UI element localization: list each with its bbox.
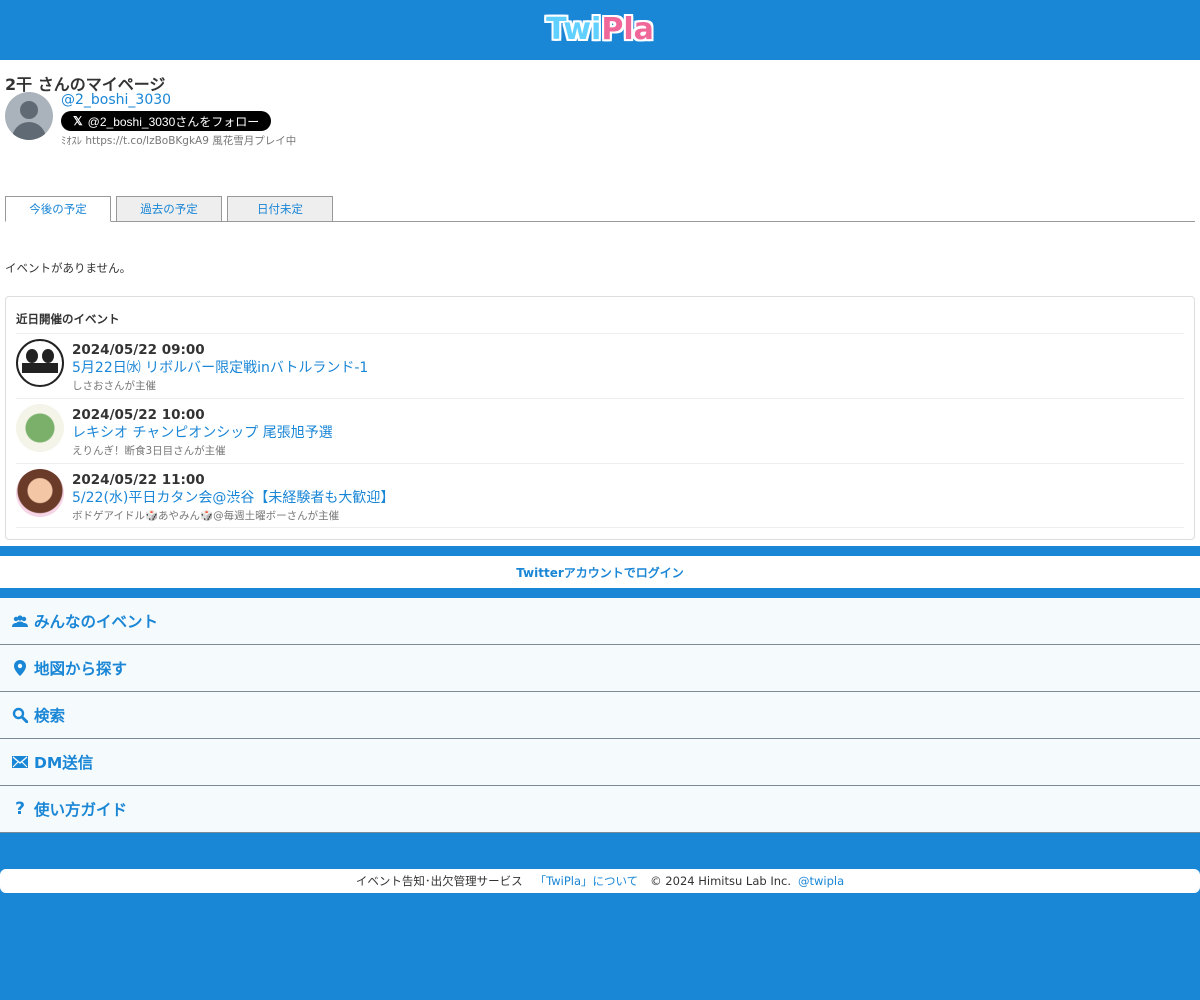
- users-icon: [12, 613, 28, 629]
- divider: [0, 833, 1200, 869]
- recent-events-panel: 近日開催のイベント 2024/05/22 09:00 5月22日㈬ リボルバー限…: [5, 296, 1195, 540]
- profile-section: @2_boshi_3030 𝕏 @2_boshi_3030さんをフォロー ﾐｵｽ…: [5, 92, 1195, 156]
- twitter-login-link[interactable]: Twitterアカウントでログイン: [516, 564, 684, 581]
- event-host: ボドゲアイドル🎲あやみん🎲@毎週土曜ボーさんが主催: [72, 510, 340, 522]
- schedule-tabs: 今後の予定 過去の予定 日付未定: [5, 196, 1195, 222]
- event-host: えりんぎ！断食3日目さんが主催: [72, 445, 226, 457]
- event-title-link[interactable]: 5/22(水)平日カタン会@渋谷【未経験者も大歓迎】: [72, 489, 394, 507]
- twitter-account-link[interactable]: @twipla: [798, 874, 844, 888]
- divider: [0, 588, 1200, 598]
- user-handle-link[interactable]: @2_boshi_3030: [61, 90, 296, 110]
- nav-item-label: DM送信: [34, 754, 94, 772]
- nav-item-dm[interactable]: DM送信: [0, 739, 1200, 786]
- avatar: [16, 339, 64, 387]
- follow-button-label: @2_boshi_3030さんをフォロー: [87, 114, 260, 129]
- about-link[interactable]: 「TwiPla」について: [535, 873, 639, 889]
- avatar: [16, 404, 64, 452]
- nav-item-label: みんなのイベント: [34, 613, 159, 631]
- list-item[interactable]: 2024/05/22 11:00 5/22(水)平日カタン会@渋谷【未経験者も大…: [16, 463, 1184, 528]
- nav-item-map[interactable]: 地図から探す: [0, 645, 1200, 692]
- event-host: しさおさんが主催: [72, 380, 156, 392]
- main-content: 2干 さんのマイページ @2_boshi_3030 𝕏 @2_boshi_303…: [0, 60, 1200, 546]
- event-date: 2024/05/22 11:00: [72, 472, 205, 488]
- event-date: 2024/05/22 10:00: [72, 407, 205, 423]
- tab-past[interactable]: 過去の予定: [116, 196, 222, 222]
- twipla-logo[interactable]: TwiPla: [546, 15, 654, 45]
- divider: [0, 546, 1200, 556]
- search-icon: [12, 707, 28, 723]
- user-bio: ﾐｵｽﾚ https://t.co/lzBoBKgkA9 風花雪月プレイ中: [61, 135, 297, 147]
- footer-service-text: イベント告知･出欠管理サービス: [355, 874, 523, 888]
- nav-item-label: 検索: [34, 707, 66, 725]
- site-nav: みんなのイベント 地図から探す 検索 DM送信 ? 使い方ガイド: [0, 598, 1200, 833]
- event-title-link[interactable]: 5月22日㈬ リボルバー限定戦inバトルランド-1: [72, 359, 368, 377]
- recent-events-title: 近日開催のイベント: [16, 312, 120, 326]
- map-pin-icon: [12, 660, 28, 676]
- copyright-text: © 2024 Himitsu Lab Inc.: [650, 874, 791, 888]
- list-item[interactable]: 2024/05/22 09:00 5月22日㈬ リボルバー限定戦inバトルランド…: [16, 333, 1184, 398]
- list-item[interactable]: 2024/05/22 10:00 レキシオ チャンピオンシップ 尾張旭予選 えり…: [16, 398, 1184, 463]
- nav-item-label: 地図から探す: [34, 660, 128, 678]
- follow-button[interactable]: 𝕏 @2_boshi_3030さんをフォロー: [61, 111, 272, 131]
- nav-item-search[interactable]: 検索: [0, 692, 1200, 739]
- avatar: [16, 469, 64, 517]
- nav-item-guide[interactable]: ? 使い方ガイド: [0, 786, 1200, 833]
- event-title-link[interactable]: レキシオ チャンピオンシップ 尾張旭予選: [72, 424, 333, 442]
- tab-upcoming[interactable]: 今後の予定: [5, 196, 111, 222]
- x-logo-icon: 𝕏: [73, 114, 83, 128]
- envelope-icon: [12, 754, 28, 770]
- question-icon: ?: [15, 799, 25, 819]
- avatar: [5, 92, 53, 140]
- tab-undated[interactable]: 日付未定: [227, 196, 333, 222]
- nav-item-all-events[interactable]: みんなのイベント: [0, 598, 1200, 645]
- site-header: TwiPla: [0, 0, 1200, 60]
- login-section: Twitterアカウントでログイン: [0, 556, 1200, 588]
- event-date: 2024/05/22 09:00: [72, 342, 205, 358]
- no-events-message: イベントがありません。: [5, 261, 132, 275]
- nav-item-label: 使い方ガイド: [34, 801, 128, 819]
- site-footer: イベント告知･出欠管理サービス 「TwiPla」について © 2024 Himi…: [0, 869, 1200, 893]
